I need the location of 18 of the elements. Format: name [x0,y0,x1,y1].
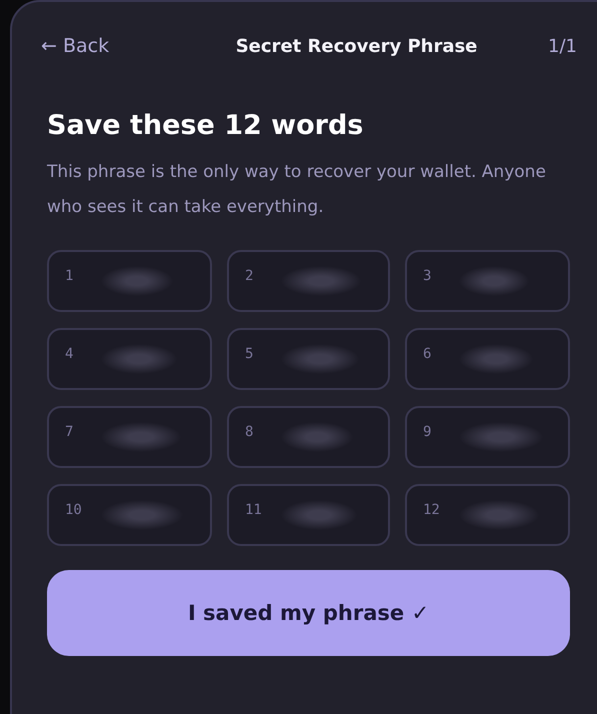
word-number: 12 [423,502,441,518]
word-number: 5 [245,346,254,362]
word-number: 6 [423,346,432,362]
description: This phrase is the only way to recover your wallet. Anyone who sees it can take everything. [47,161,547,219]
word-number: 8 [245,424,254,440]
word-number: 7 [65,424,74,440]
confirm-button[interactable]: I saved my phrase ✓ [47,570,570,656]
heading: Save these 12 words [47,110,364,141]
word-number: 2 [245,268,254,284]
word-number: 4 [65,346,74,362]
back-link[interactable]: ← Back [41,35,110,57]
word-number: 9 [423,424,432,440]
word-number: 1 [65,268,74,284]
word-number: 11 [245,502,263,518]
word-number: 3 [423,268,432,284]
page-title: Secret Recovery Phrase [236,36,478,56]
step-counter: 1/1 [548,36,577,56]
word-number: 10 [65,502,83,518]
